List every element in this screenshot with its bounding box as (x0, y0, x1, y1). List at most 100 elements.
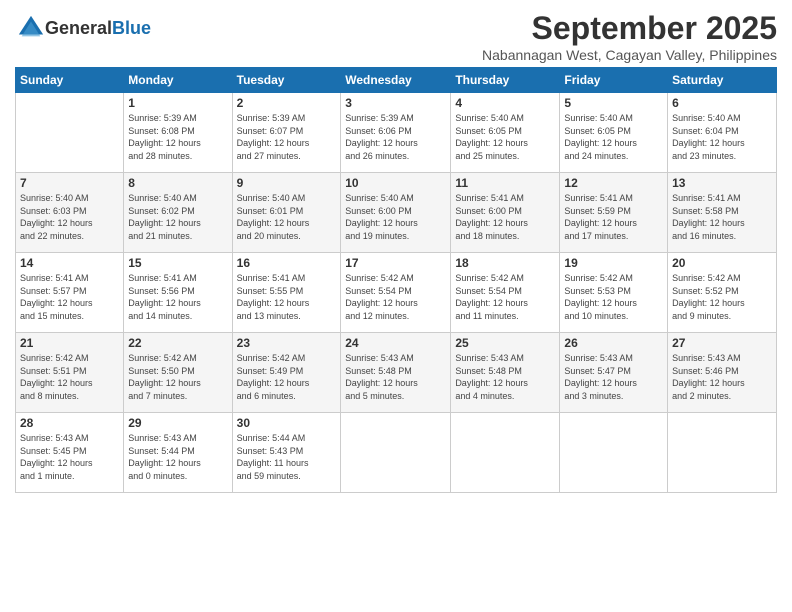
calendar-cell: 16 Sunrise: 5:41 AM Sunset: 5:55 PM Dayli… (232, 253, 341, 333)
day-detail: Sunrise: 5:42 AM Sunset: 5:54 PM Dayligh… (455, 272, 555, 322)
calendar-cell: 19Sunrise: 5:42 AM Sunset: 5:53 PM Dayli… (560, 253, 668, 333)
day-detail: Sunrise: 5:41 AM Sunset: 5:57 PM Dayligh… (20, 272, 119, 322)
day-number: 3 (345, 96, 446, 110)
day-number: 4 (455, 96, 555, 110)
day-number: 5 (564, 96, 663, 110)
title-area: September 2025 Nabannagan West, Cagayan … (482, 10, 777, 63)
calendar-cell: 8 Sunrise: 5:40 AM Sunset: 6:02 PM Daylig… (124, 173, 232, 253)
day-detail: Sunrise: 5:40 AM Sunset: 6:05 PM Dayligh… (455, 112, 555, 162)
day-detail: Sunrise: 5:41 AM Sunset: 6:00 PM Dayligh… (455, 192, 555, 242)
day-detail: Sunrise: 5:42 AM Sunset: 5:49 PM Dayligh… (237, 352, 337, 402)
day-detail: Sunrise: 5:41 AM Sunset: 5:55 PM Dayligh… (237, 272, 337, 322)
day-detail: Sunrise: 5:42 AM Sunset: 5:53 PM Dayligh… (564, 272, 663, 322)
day-number: 28 (20, 416, 119, 430)
weekday-sunday: Sunday (16, 68, 124, 93)
calendar-week-1: 1Sunrise: 5:39 AM Sunset: 6:08 PM Daylig… (16, 93, 777, 173)
calendar-cell: 14 Sunrise: 5:41 AM Sunset: 5:57 PM Dayli… (16, 253, 124, 333)
logo-text: GeneralBlue (45, 18, 151, 39)
calendar-cell: 15Sunrise: 5:41 AM Sunset: 5:56 PM Dayli… (124, 253, 232, 333)
day-detail: Sunrise: 5:41 AM Sunset: 5:58 PM Dayligh… (672, 192, 772, 242)
day-number: 24 (345, 336, 446, 350)
day-detail: Sunrise: 5:39 AM Sunset: 6:08 PM Dayligh… (128, 112, 227, 162)
calendar-week-5: 28 Sunrise: 5:43 AM Sunset: 5:45 PM Dayli… (16, 413, 777, 493)
calendar-cell: 28 Sunrise: 5:43 AM Sunset: 5:45 PM Dayli… (16, 413, 124, 493)
calendar-cell: 23Sunrise: 5:42 AM Sunset: 5:49 PM Dayli… (232, 333, 341, 413)
day-number: 9 (237, 176, 337, 190)
calendar-cell: 7Sunrise: 5:40 AM Sunset: 6:03 PM Daylig… (16, 173, 124, 253)
day-number: 8 (128, 176, 227, 190)
calendar-cell (668, 413, 777, 493)
day-number: 17 (345, 256, 446, 270)
calendar-cell: 24 Sunrise: 5:43 AM Sunset: 5:48 PM Dayli… (341, 333, 451, 413)
day-detail: Sunrise: 5:40 AM Sunset: 6:02 PM Dayligh… (128, 192, 227, 242)
calendar-body: 1Sunrise: 5:39 AM Sunset: 6:08 PM Daylig… (16, 93, 777, 493)
day-number: 10 (345, 176, 446, 190)
day-detail: Sunrise: 5:39 AM Sunset: 6:06 PM Dayligh… (345, 112, 446, 162)
day-number: 29 (128, 416, 227, 430)
calendar-week-3: 14 Sunrise: 5:41 AM Sunset: 5:57 PM Dayli… (16, 253, 777, 333)
calendar-cell: 9 Sunrise: 5:40 AM Sunset: 6:01 PM Daylig… (232, 173, 341, 253)
day-number: 26 (564, 336, 663, 350)
weekday-friday: Friday (560, 68, 668, 93)
calendar-cell: 26 Sunrise: 5:43 AM Sunset: 5:47 PM Dayli… (560, 333, 668, 413)
day-number: 27 (672, 336, 772, 350)
day-detail: Sunrise: 5:42 AM Sunset: 5:50 PM Dayligh… (128, 352, 227, 402)
subtitle: Nabannagan West, Cagayan Valley, Philipp… (482, 47, 777, 63)
calendar-header: Sunday Monday Tuesday Wednesday Thursday… (16, 68, 777, 93)
day-number: 20 (672, 256, 772, 270)
day-number: 11 (455, 176, 555, 190)
calendar-cell (16, 93, 124, 173)
calendar-week-2: 7Sunrise: 5:40 AM Sunset: 6:03 PM Daylig… (16, 173, 777, 253)
calendar-cell: 18 Sunrise: 5:42 AM Sunset: 5:54 PM Dayli… (451, 253, 560, 333)
calendar-cell: 27 Sunrise: 5:43 AM Sunset: 5:46 PM Dayli… (668, 333, 777, 413)
calendar-cell: 17 Sunrise: 5:42 AM Sunset: 5:54 PM Dayli… (341, 253, 451, 333)
day-detail: Sunrise: 5:43 AM Sunset: 5:45 PM Dayligh… (20, 432, 119, 482)
weekday-row: Sunday Monday Tuesday Wednesday Thursday… (16, 68, 777, 93)
logo-blue: Blue (112, 18, 151, 38)
day-detail: Sunrise: 5:42 AM Sunset: 5:52 PM Dayligh… (672, 272, 772, 322)
calendar-cell: 5 Sunrise: 5:40 AM Sunset: 6:05 PM Daylig… (560, 93, 668, 173)
day-number: 7 (20, 176, 119, 190)
calendar-cell: 11 Sunrise: 5:41 AM Sunset: 6:00 PM Dayli… (451, 173, 560, 253)
day-number: 30 (237, 416, 337, 430)
calendar-table: Sunday Monday Tuesday Wednesday Thursday… (15, 67, 777, 493)
day-detail: Sunrise: 5:41 AM Sunset: 5:59 PM Dayligh… (564, 192, 663, 242)
weekday-saturday: Saturday (668, 68, 777, 93)
day-number: 12 (564, 176, 663, 190)
day-number: 14 (20, 256, 119, 270)
calendar-week-4: 21 Sunrise: 5:42 AM Sunset: 5:51 PM Dayli… (16, 333, 777, 413)
weekday-wednesday: Wednesday (341, 68, 451, 93)
day-detail: Sunrise: 5:39 AM Sunset: 6:07 PM Dayligh… (237, 112, 337, 162)
day-number: 16 (237, 256, 337, 270)
calendar-cell: 20 Sunrise: 5:42 AM Sunset: 5:52 PM Dayli… (668, 253, 777, 333)
day-detail: Sunrise: 5:43 AM Sunset: 5:48 PM Dayligh… (345, 352, 446, 402)
logo-general: General (45, 18, 112, 38)
calendar-cell (560, 413, 668, 493)
calendar-cell: 10 Sunrise: 5:40 AM Sunset: 6:00 PM Dayli… (341, 173, 451, 253)
day-number: 21 (20, 336, 119, 350)
weekday-thursday: Thursday (451, 68, 560, 93)
calendar-cell: 4 Sunrise: 5:40 AM Sunset: 6:05 PM Daylig… (451, 93, 560, 173)
day-detail: Sunrise: 5:40 AM Sunset: 6:01 PM Dayligh… (237, 192, 337, 242)
day-detail: Sunrise: 5:43 AM Sunset: 5:47 PM Dayligh… (564, 352, 663, 402)
day-detail: Sunrise: 5:40 AM Sunset: 6:05 PM Dayligh… (564, 112, 663, 162)
calendar-cell: 3 Sunrise: 5:39 AM Sunset: 6:06 PM Daylig… (341, 93, 451, 173)
calendar-cell: 13 Sunrise: 5:41 AM Sunset: 5:58 PM Dayli… (668, 173, 777, 253)
day-number: 6 (672, 96, 772, 110)
day-detail: Sunrise: 5:43 AM Sunset: 5:44 PM Dayligh… (128, 432, 227, 482)
day-number: 2 (237, 96, 337, 110)
calendar-cell: 21 Sunrise: 5:42 AM Sunset: 5:51 PM Dayli… (16, 333, 124, 413)
calendar-cell: 12 Sunrise: 5:41 AM Sunset: 5:59 PM Dayli… (560, 173, 668, 253)
day-detail: Sunrise: 5:43 AM Sunset: 5:46 PM Dayligh… (672, 352, 772, 402)
calendar-cell: 25Sunrise: 5:43 AM Sunset: 5:48 PM Dayli… (451, 333, 560, 413)
day-number: 18 (455, 256, 555, 270)
day-detail: Sunrise: 5:42 AM Sunset: 5:54 PM Dayligh… (345, 272, 446, 322)
month-title: September 2025 (482, 10, 777, 47)
day-detail: Sunrise: 5:42 AM Sunset: 5:51 PM Dayligh… (20, 352, 119, 402)
day-detail: Sunrise: 5:44 AM Sunset: 5:43 PM Dayligh… (237, 432, 337, 482)
day-number: 13 (672, 176, 772, 190)
day-number: 25 (455, 336, 555, 350)
calendar-cell (451, 413, 560, 493)
day-detail: Sunrise: 5:40 AM Sunset: 6:00 PM Dayligh… (345, 192, 446, 242)
logo-icon (17, 14, 45, 42)
